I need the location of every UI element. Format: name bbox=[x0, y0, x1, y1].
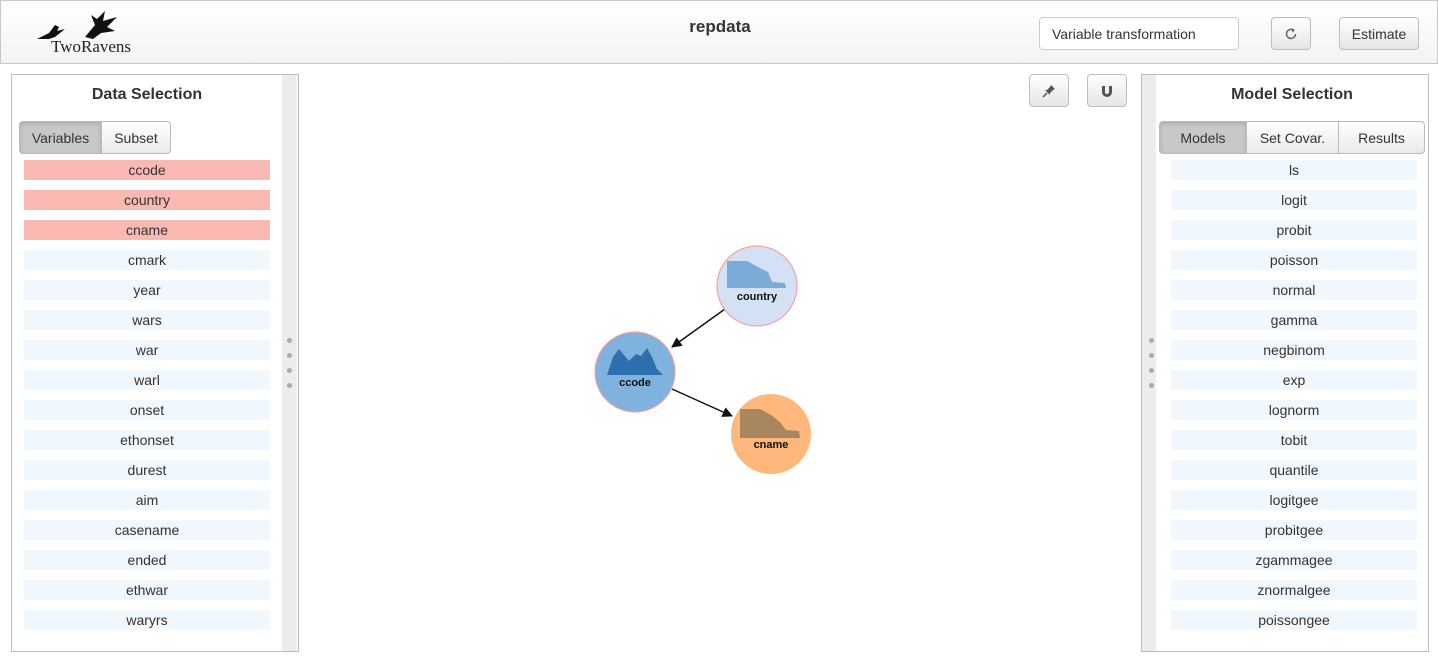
tab-models[interactable]: Models bbox=[1159, 121, 1247, 154]
left-panel-resize-handle[interactable] bbox=[282, 75, 296, 651]
variable-item-warl[interactable]: warl bbox=[24, 370, 270, 390]
model-item-lognorm[interactable]: lognorm bbox=[1171, 400, 1417, 420]
model-item-probitgee[interactable]: probitgee bbox=[1171, 520, 1417, 540]
model-item-quantile[interactable]: quantile bbox=[1171, 460, 1417, 480]
model-item-poissongee[interactable]: poissongee bbox=[1171, 610, 1417, 630]
model-item-normal[interactable]: normal bbox=[1171, 280, 1417, 300]
variable-item-onset[interactable]: onset bbox=[24, 400, 270, 420]
model-item-negbinom[interactable]: negbinom bbox=[1171, 340, 1417, 360]
variable-item-year[interactable]: year bbox=[24, 280, 270, 300]
model-item-probit[interactable]: probit bbox=[1171, 220, 1417, 240]
edge-country-ccode bbox=[671, 308, 726, 348]
model-item-logit[interactable]: logit bbox=[1171, 190, 1417, 210]
variable-item-cmark[interactable]: cmark bbox=[24, 250, 270, 270]
node-country[interactable]: country bbox=[716, 245, 798, 327]
left-tabs: Variables Subset bbox=[19, 121, 171, 154]
tab-results[interactable]: Results bbox=[1338, 121, 1425, 154]
variable-item-waryrs[interactable]: waryrs bbox=[24, 610, 270, 630]
refresh-button[interactable] bbox=[1271, 17, 1311, 50]
variable-transformation-input[interactable] bbox=[1039, 17, 1239, 50]
model-selection-title: Model Selection bbox=[1231, 86, 1353, 103]
model-item-ls[interactable]: ls bbox=[1171, 160, 1417, 180]
variable-list: ccode country cname cmark year wars war warl ons… bbox=[24, 160, 270, 640]
estimate-button[interactable]: Estimate bbox=[1339, 17, 1419, 50]
variable-item-ethonset[interactable]: ethonset bbox=[24, 430, 270, 450]
model-item-exp[interactable]: exp bbox=[1171, 370, 1417, 390]
data-selection-panel: Data Selection Variables Subset ccode cou… bbox=[11, 74, 299, 652]
variable-item-casename[interactable]: casename bbox=[24, 520, 270, 540]
node-cname[interactable]: cname bbox=[731, 394, 811, 474]
node-label-ccode: ccode bbox=[619, 377, 651, 389]
model-item-znormalgee[interactable]: znormalgee bbox=[1171, 580, 1417, 600]
model-list: ls logit probit poisson normal gamma negbinom e… bbox=[1171, 160, 1417, 640]
model-selection-panel: Model Selection Models Set Covar. Result… bbox=[1141, 74, 1429, 652]
variable-item-country[interactable]: country bbox=[24, 190, 270, 210]
tab-variables[interactable]: Variables bbox=[19, 121, 102, 154]
tab-set-covar[interactable]: Set Covar. bbox=[1246, 121, 1339, 154]
variable-item-war[interactable]: war bbox=[24, 340, 270, 360]
model-graph-canvas[interactable]: country ccode cname bbox=[300, 64, 1140, 654]
right-panel-resize-handle[interactable] bbox=[1142, 75, 1156, 651]
variable-item-aim[interactable]: aim bbox=[24, 490, 270, 510]
model-item-zgammagee[interactable]: zgammagee bbox=[1171, 550, 1417, 570]
model-item-gamma[interactable]: gamma bbox=[1171, 310, 1417, 330]
variable-item-ccode[interactable]: ccode bbox=[24, 160, 270, 180]
node-ccode[interactable]: ccode bbox=[594, 331, 676, 413]
model-item-poisson[interactable]: poisson bbox=[1171, 250, 1417, 270]
node-label-cname: cname bbox=[754, 439, 789, 451]
variable-item-cname[interactable]: cname bbox=[24, 220, 270, 240]
graph-svg: country ccode cname bbox=[594, 245, 811, 474]
variable-item-durest[interactable]: durest bbox=[24, 460, 270, 480]
variable-item-ended[interactable]: ended bbox=[24, 550, 270, 570]
edge-ccode-cname bbox=[671, 388, 733, 417]
tab-subset[interactable]: Subset bbox=[101, 121, 171, 154]
variable-item-wars[interactable]: wars bbox=[24, 310, 270, 330]
right-tabs: Models Set Covar. Results bbox=[1159, 121, 1425, 154]
model-item-tobit[interactable]: tobit bbox=[1171, 430, 1417, 450]
refresh-icon bbox=[1285, 27, 1297, 39]
data-selection-title: Data Selection bbox=[91, 86, 203, 103]
variable-item-ethwar[interactable]: ethwar bbox=[24, 580, 270, 600]
top-navbar: TwoRavens repdata Estimate bbox=[0, 0, 1438, 64]
model-item-logitgee[interactable]: logitgee bbox=[1171, 490, 1417, 510]
node-label-country: country bbox=[737, 291, 778, 303]
logo-text: TwoRavens bbox=[51, 37, 132, 56]
